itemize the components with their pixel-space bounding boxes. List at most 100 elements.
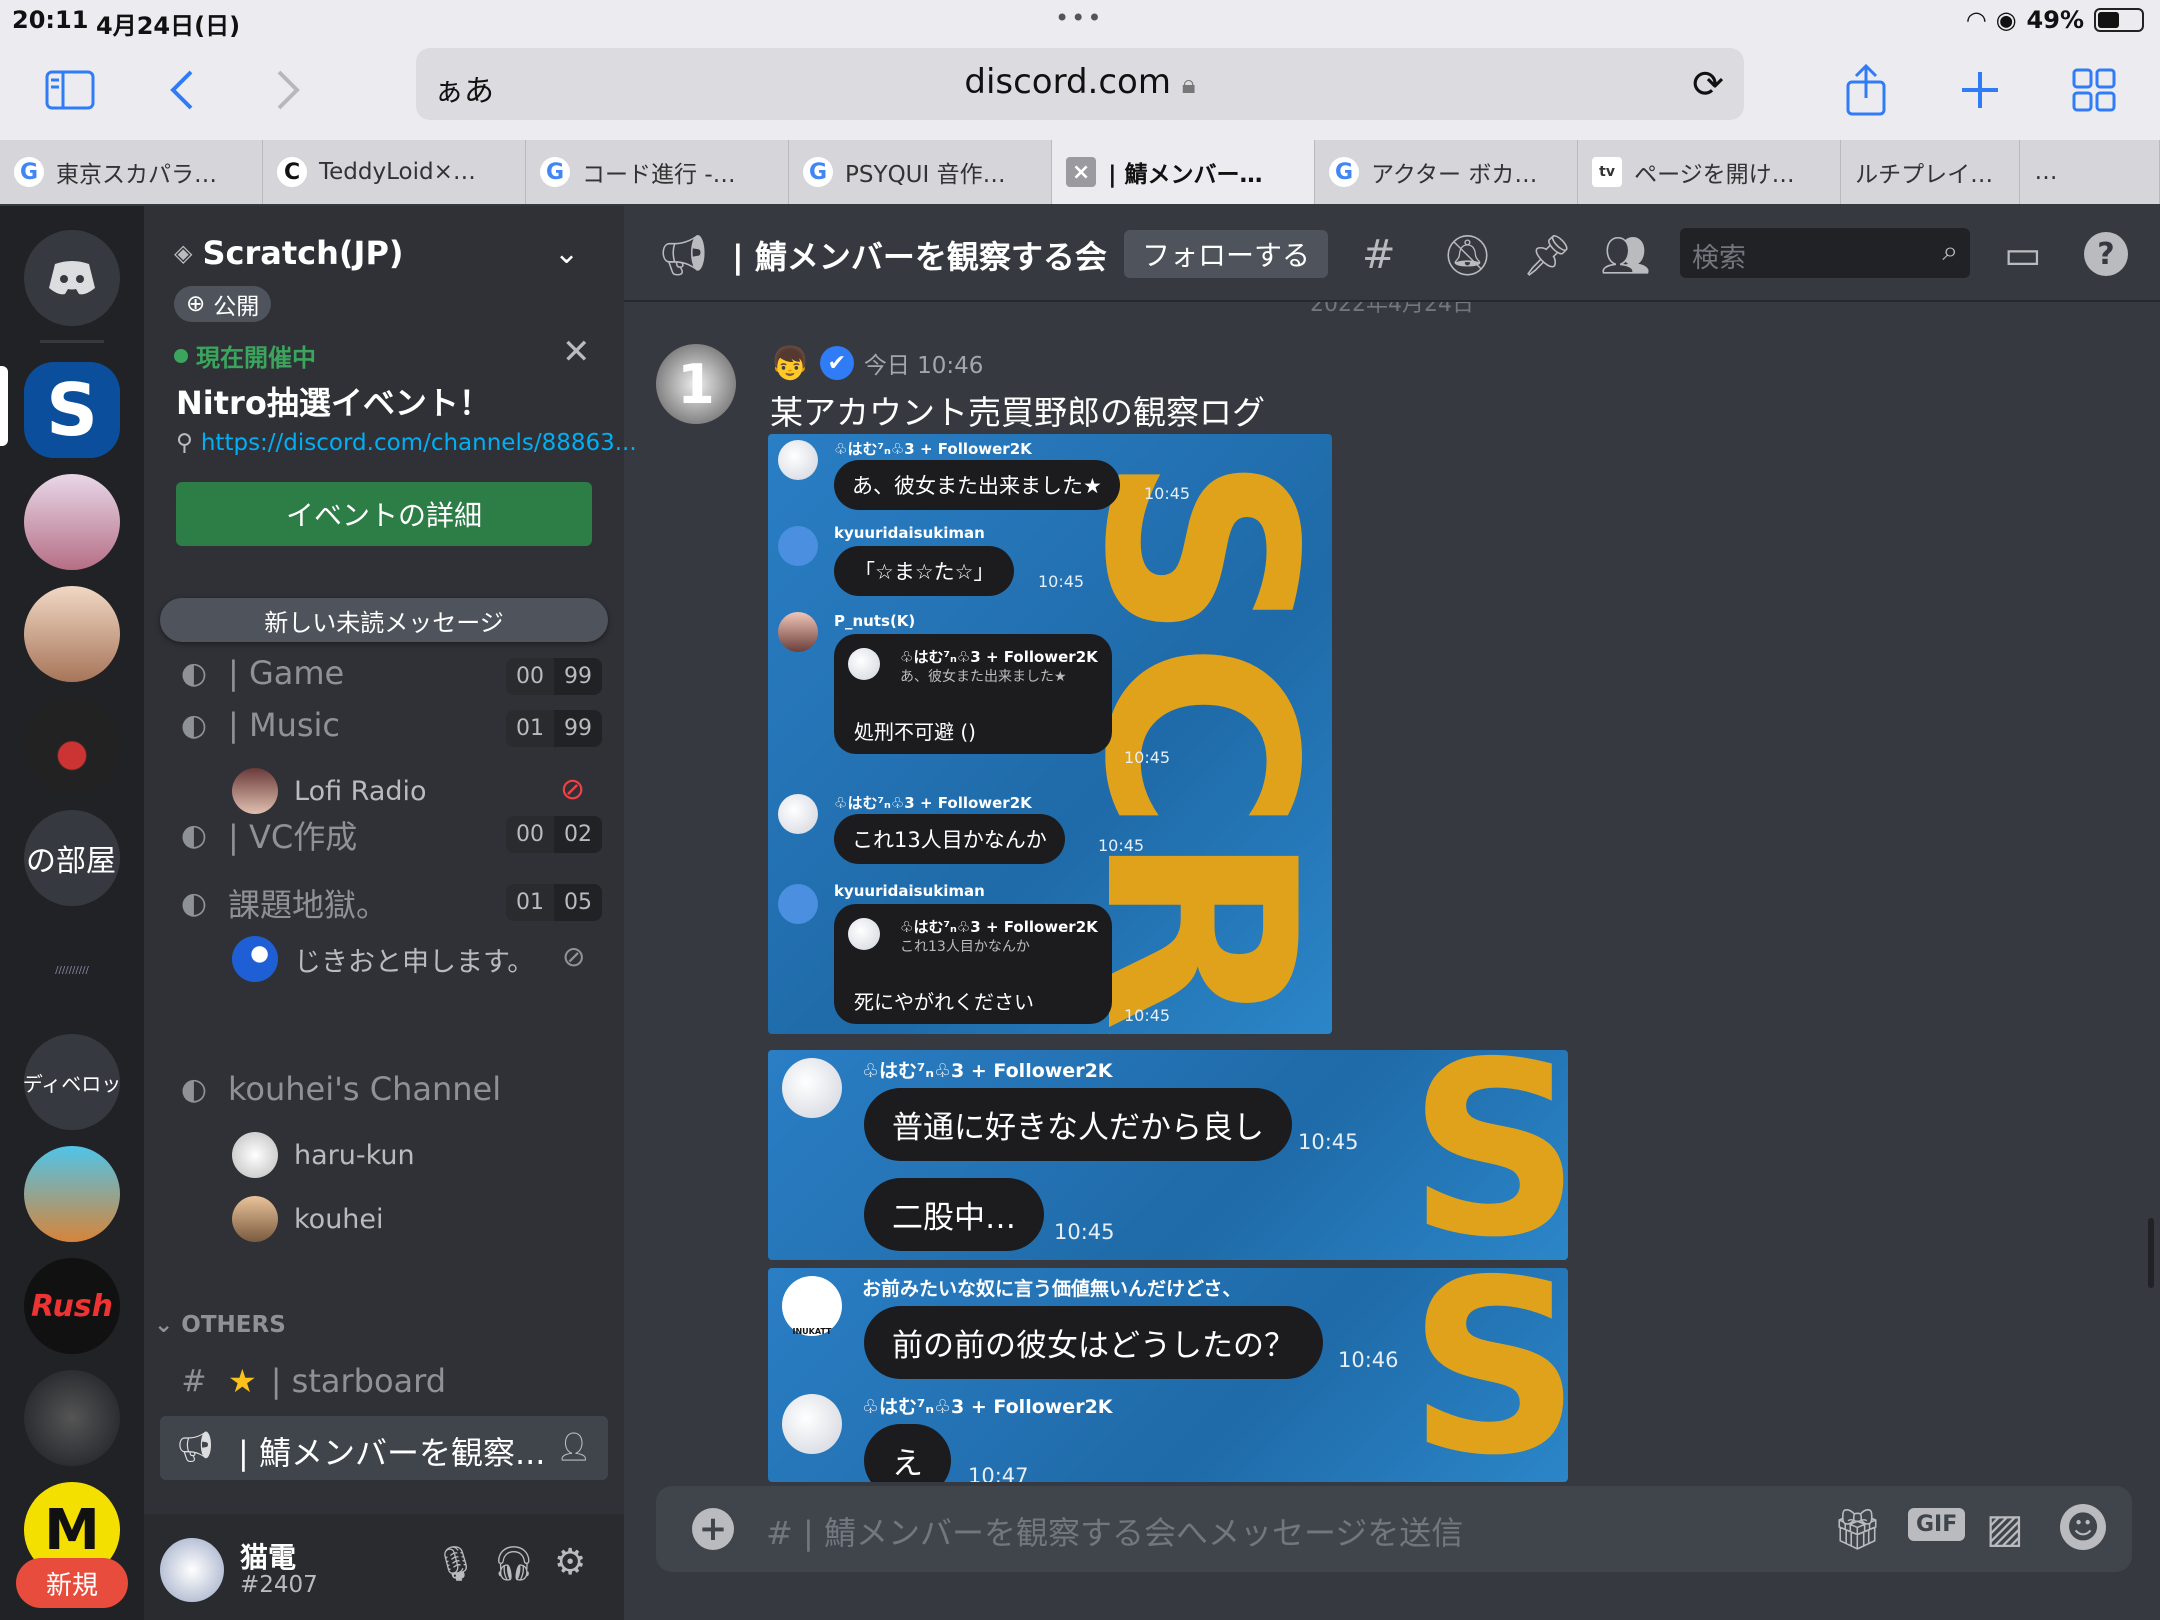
browser-tab-bar: G 東京スカパラ… C TeddyLoid×… G コード進行 -… G PSYQUI … (0, 140, 2160, 204)
new-tab-icon[interactable] (1948, 58, 2012, 122)
voice-channel-vc[interactable]: ◐ | VC作成 (174, 812, 357, 858)
site-icon: C (277, 157, 308, 187)
back-icon[interactable] (150, 58, 214, 122)
browser-tab-active[interactable]: × | 鯖メンバー… (1052, 140, 1316, 204)
scratch-logo-text: S (1408, 1050, 1568, 1260)
browser-tab[interactable]: … (2020, 140, 2160, 204)
member-list-icon[interactable]: 👥︎ (1600, 232, 1651, 279)
channel-header: 📢︎ | 鯖メンバーを観察する会 フォローする # 🔕︎ 📌︎ 👥︎ 検索 ⌕ … (624, 206, 2160, 302)
message-input[interactable]: + # | 鯖メンバーを観察する会へメッセージを送信 🎁︎ GIF ▨ ☻ (656, 1486, 2132, 1572)
user-tag: #2407 (240, 1572, 318, 1598)
attachment-image[interactable]: S INUKATT お前みたいな奴に言う価値無いんだけどさ、 前の前の彼女はどう… (768, 1268, 1568, 1482)
active-server-indicator (0, 366, 8, 446)
event-details-button[interactable]: イベントの詳細 (176, 482, 592, 546)
sidebar-toggle-icon[interactable] (38, 58, 102, 122)
muted-icon: ⊘ (562, 940, 586, 973)
server-name[interactable]: Scratch(JP) (202, 234, 403, 272)
emoji-icon[interactable]: ☻ (2060, 1504, 2106, 1550)
voice-channel-kadai[interactable]: ◐ 課題地獄。 (174, 880, 388, 926)
stage-icon: ◐ (180, 885, 208, 921)
channel-starboard[interactable]: # ★ | starboard (174, 1362, 446, 1400)
voice-user[interactable]: haru-kun (232, 1132, 415, 1178)
server-room[interactable]: の部屋 (24, 810, 120, 906)
forward-icon[interactable] (256, 58, 320, 122)
search-input[interactable]: 検索 ⌕ (1680, 228, 1970, 278)
browser-tab[interactable]: tv ページを開け… (1578, 140, 1842, 204)
voice-user[interactable]: じきおと申します。 (232, 936, 534, 982)
reload-icon[interactable]: ⟳ (1692, 62, 1724, 106)
server-avatar[interactable] (24, 474, 120, 570)
event-status: 現在開催中 (196, 344, 316, 372)
avatar[interactable] (160, 1538, 224, 1602)
announcement-icon: 📢︎ (658, 233, 709, 279)
server-avatar[interactable] (24, 1146, 120, 1242)
orientation-lock-icon: ◉ (1995, 6, 2017, 34)
browser-tab[interactable]: G コード進行 -… (526, 140, 790, 204)
address-bar[interactable]: ぁあ discord.com 🔒︎ ⟳ (416, 48, 1744, 120)
avatar (232, 936, 278, 982)
sticker-icon[interactable]: ▨ (1986, 1506, 2024, 1552)
browser-toolbar: ぁあ discord.com 🔒︎ ⟳ (0, 40, 2160, 140)
server-avatar[interactable] (24, 586, 120, 682)
chat-bubble: 前の前の彼女はどうしたの？ (864, 1306, 1323, 1379)
notification-mute-icon[interactable]: 🔕︎ (1442, 232, 1493, 279)
message-timestamp: 今日 10:46 (863, 353, 984, 379)
browser-tab[interactable]: G 東京スカパラ… (0, 140, 264, 204)
username: 猫電 (240, 1541, 297, 1574)
attachment-image[interactable]: SCRA ♧はむ⁷ₙ♧3 + Follower2K あ、彼女また出来ました★ 1… (768, 434, 1332, 1034)
invite-icon[interactable]: 👤︎ (556, 1430, 592, 1463)
browser-tab[interactable]: ルチプレイ… (1841, 140, 2021, 204)
browser-tab[interactable]: G PSYQUI 音作… (789, 140, 1053, 204)
browser-tab[interactable]: G アクター ボカ… (1315, 140, 1579, 204)
new-badge[interactable]: 新規 (16, 1558, 128, 1608)
niconico-icon: tv (1592, 157, 1623, 187)
status-bar: 20:11 4月24日(日) ••• ◠ ◉ 49% (0, 0, 2160, 40)
server-scratch-jp[interactable]: S (24, 362, 120, 458)
gift-icon[interactable]: 🎁︎ (1832, 1506, 1883, 1553)
browser-tab[interactable]: C TeddyLoid×… (263, 140, 527, 204)
multitasking-dots[interactable]: ••• (1055, 4, 1103, 32)
chat-bubble: あ、彼女また出来ました★ (834, 460, 1120, 510)
server-avatar[interactable] (24, 1370, 120, 1466)
share-icon[interactable] (1834, 58, 1898, 122)
discord-home-icon[interactable] (24, 230, 120, 326)
channel-current[interactable]: 📢︎ | 鯖メンバーを観察... 👤︎ (160, 1416, 608, 1480)
public-badge: ⊕ 公開 (174, 286, 272, 322)
tab-overview-icon[interactable] (2062, 58, 2126, 122)
chevron-down-icon[interactable]: ⌄ (554, 236, 579, 271)
lock-icon: 🔒︎ (1181, 70, 1196, 100)
inbox-icon[interactable]: ▭ (2004, 232, 2042, 278)
close-icon[interactable]: ✕ (562, 332, 591, 372)
add-attachment-icon[interactable]: + (692, 1508, 734, 1550)
voice-user[interactable]: Lofi Radio (232, 768, 427, 814)
attachment-image[interactable]: S ♧はむ⁷ₙ♧3 + Follower2K 普通に好きな人だから良し 10:4… (768, 1050, 1568, 1260)
scratch-logo-text: S (1408, 1268, 1568, 1482)
avatar (232, 1132, 278, 1178)
follow-button[interactable]: フォローする (1124, 230, 1329, 278)
server-developer[interactable]: ディベロッ (24, 1034, 120, 1130)
threads-icon[interactable]: # (1362, 232, 1396, 278)
headphones-icon[interactable]: 🎧︎ (492, 1544, 535, 1584)
event-link[interactable]: https://discord.com/channels/88863... (201, 430, 637, 456)
unread-banner[interactable]: 新しい未読メッセージ (160, 598, 608, 642)
server-banner[interactable]: ////////// (24, 922, 120, 1018)
chevron-down-icon: ⌄ (154, 1312, 174, 1338)
author-avatar[interactable]: 1 (656, 344, 736, 424)
voice-channel-kouhei[interactable]: ◐ kouhei's Channel (174, 1070, 501, 1108)
voice-channel-game[interactable]: ◐ | Game (174, 654, 344, 692)
message-placeholder: # | 鯖メンバーを観察する会へメッセージを送信 (766, 1514, 1464, 1552)
voice-user[interactable]: kouhei (232, 1196, 384, 1242)
pin-icon[interactable]: 📌︎ (1522, 232, 1573, 279)
voice-channel-music[interactable]: ◐ | Music (174, 706, 340, 744)
gif-button[interactable]: GIF (1908, 1508, 1966, 1541)
help-icon[interactable]: ? (2084, 232, 2128, 276)
server-avatar[interactable] (24, 698, 120, 794)
user-count: 01 99 (506, 710, 602, 747)
avatar (778, 884, 818, 924)
server-rush[interactable]: Rush (24, 1258, 120, 1354)
scrollbar[interactable] (2148, 1218, 2154, 1288)
settings-gear-icon[interactable]: ⚙ (554, 1542, 586, 1583)
mute-microphone-icon[interactable]: 🎙︎ (434, 1544, 477, 1584)
user-count: 00 02 (506, 816, 602, 853)
close-tab-icon[interactable]: × (1066, 157, 1097, 187)
